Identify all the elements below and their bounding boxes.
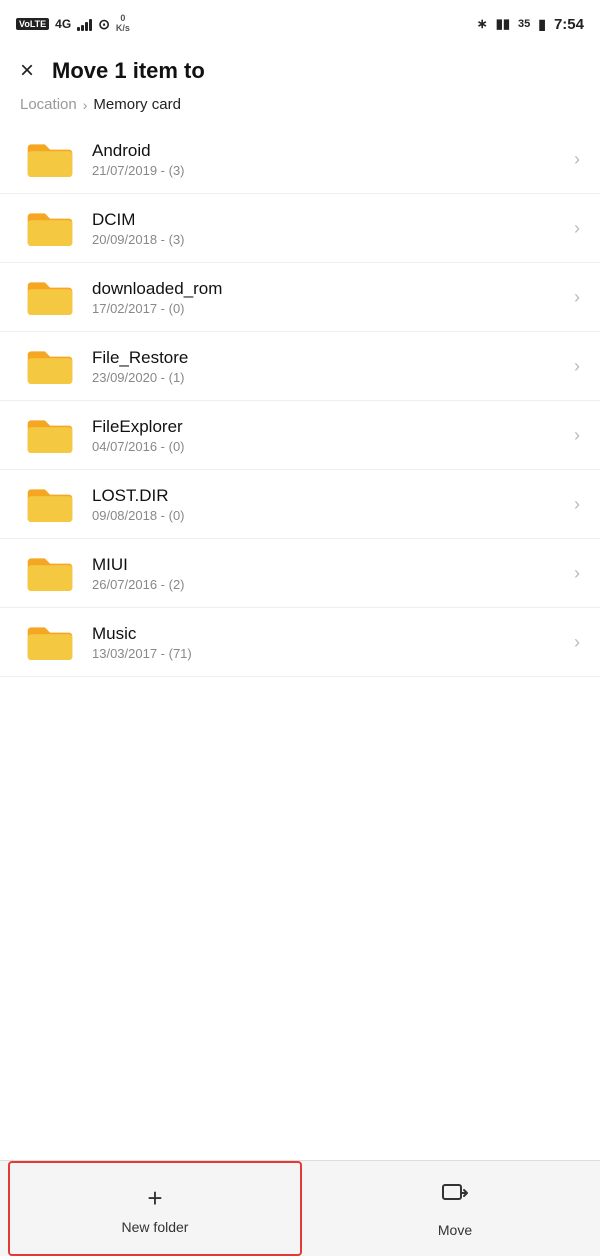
chevron-right-icon: › — [574, 287, 580, 308]
breadcrumb-current: Memory card — [93, 96, 181, 113]
folder-icon — [20, 346, 80, 386]
folder-icon — [20, 277, 80, 317]
battery-icon: ▮ — [538, 16, 546, 33]
vibrate-icon: ▮▮ — [496, 16, 510, 32]
folder-icon — [20, 553, 80, 593]
data-speed: 0 K/s — [116, 14, 130, 34]
folder-icon — [20, 139, 80, 179]
chevron-right-icon: › — [574, 425, 580, 446]
folder-meta: 26/07/2016 - (2) — [92, 577, 574, 592]
new-folder-label: New folder — [122, 1219, 189, 1235]
folder-name: Music — [92, 624, 574, 644]
bottom-bar: + New folder Move — [0, 1160, 600, 1256]
list-item[interactable]: LOST.DIR 09/08/2018 - (0) › — [0, 470, 600, 539]
folder-info: File_Restore 23/09/2020 - (1) — [80, 348, 574, 385]
chevron-right-icon: › — [574, 563, 580, 584]
list-item[interactable]: File_Restore 23/09/2020 - (1) › — [0, 332, 600, 401]
chevron-right-icon: › — [574, 218, 580, 239]
folder-info: MIUI 26/07/2016 - (2) — [80, 555, 574, 592]
folder-icon — [20, 415, 80, 455]
breadcrumb-chevron-icon: › — [83, 97, 88, 113]
list-item[interactable]: DCIM 20/09/2018 - (3) › — [0, 194, 600, 263]
folder-name: Android — [92, 141, 574, 161]
list-item[interactable]: Music 13/03/2017 - (71) › — [0, 608, 600, 677]
network-type: 4G — [55, 17, 71, 31]
list-item[interactable]: MIUI 26/07/2016 - (2) › — [0, 539, 600, 608]
folder-name: File_Restore — [92, 348, 574, 368]
folder-meta: 09/08/2018 - (0) — [92, 508, 574, 523]
folder-icon — [20, 208, 80, 248]
folder-info: FileExplorer 04/07/2016 - (0) — [80, 417, 574, 454]
folder-meta: 13/03/2017 - (71) — [92, 646, 574, 661]
header: × Move 1 item to — [0, 48, 600, 92]
list-item[interactable]: FileExplorer 04/07/2016 - (0) › — [0, 401, 600, 470]
status-bar-right: ∗ ▮▮ 35 ▮ 7:54 — [477, 16, 584, 33]
status-bar-left: VoLTE 4G ⊙ 0 K/s — [16, 14, 130, 34]
battery-percent: 35 — [518, 18, 530, 30]
folder-icon — [20, 484, 80, 524]
move-icon — [440, 1180, 470, 1217]
time-display: 7:54 — [554, 16, 584, 33]
chevron-right-icon: › — [574, 494, 580, 515]
chevron-right-icon: › — [574, 632, 580, 653]
list-item[interactable]: downloaded_rom 17/02/2017 - (0) › — [0, 263, 600, 332]
folder-name: DCIM — [92, 210, 574, 230]
folder-meta: 23/09/2020 - (1) — [92, 370, 574, 385]
folder-icon — [20, 622, 80, 662]
bluetooth-icon: ∗ — [477, 16, 488, 32]
list-item[interactable]: Android 21/07/2019 - (3) › — [0, 125, 600, 194]
move-button[interactable]: Move — [310, 1161, 600, 1256]
status-bar: VoLTE 4G ⊙ 0 K/s ∗ ▮▮ 35 ▮ 7:54 — [0, 0, 600, 48]
move-label: Move — [438, 1222, 472, 1238]
breadcrumb: Location › Memory card — [0, 92, 600, 125]
breadcrumb-location[interactable]: Location — [20, 96, 77, 113]
folder-list: Android 21/07/2019 - (3) › DCIM 20/09/20… — [0, 125, 600, 777]
folder-meta: 04/07/2016 - (0) — [92, 439, 574, 454]
new-folder-icon: + — [147, 1183, 162, 1214]
folder-meta: 20/09/2018 - (3) — [92, 232, 574, 247]
folder-info: Music 13/03/2017 - (71) — [80, 624, 574, 661]
new-folder-button[interactable]: + New folder — [8, 1161, 302, 1256]
volte-badge: VoLTE — [16, 18, 49, 30]
folder-name: MIUI — [92, 555, 574, 575]
folder-meta: 21/07/2019 - (3) — [92, 163, 574, 178]
signal-bars — [77, 17, 92, 31]
folder-info: Android 21/07/2019 - (3) — [80, 141, 574, 178]
close-button[interactable]: × — [20, 59, 34, 83]
page-title: Move 1 item to — [52, 58, 205, 84]
folder-name: LOST.DIR — [92, 486, 574, 506]
folder-name: FileExplorer — [92, 417, 574, 437]
folder-info: DCIM 20/09/2018 - (3) — [80, 210, 574, 247]
folder-meta: 17/02/2017 - (0) — [92, 301, 574, 316]
chevron-right-icon: › — [574, 356, 580, 377]
folder-info: LOST.DIR 09/08/2018 - (0) — [80, 486, 574, 523]
wifi-icon: ⊙ — [98, 16, 110, 33]
folder-name: downloaded_rom — [92, 279, 574, 299]
folder-info: downloaded_rom 17/02/2017 - (0) — [80, 279, 574, 316]
chevron-right-icon: › — [574, 149, 580, 170]
